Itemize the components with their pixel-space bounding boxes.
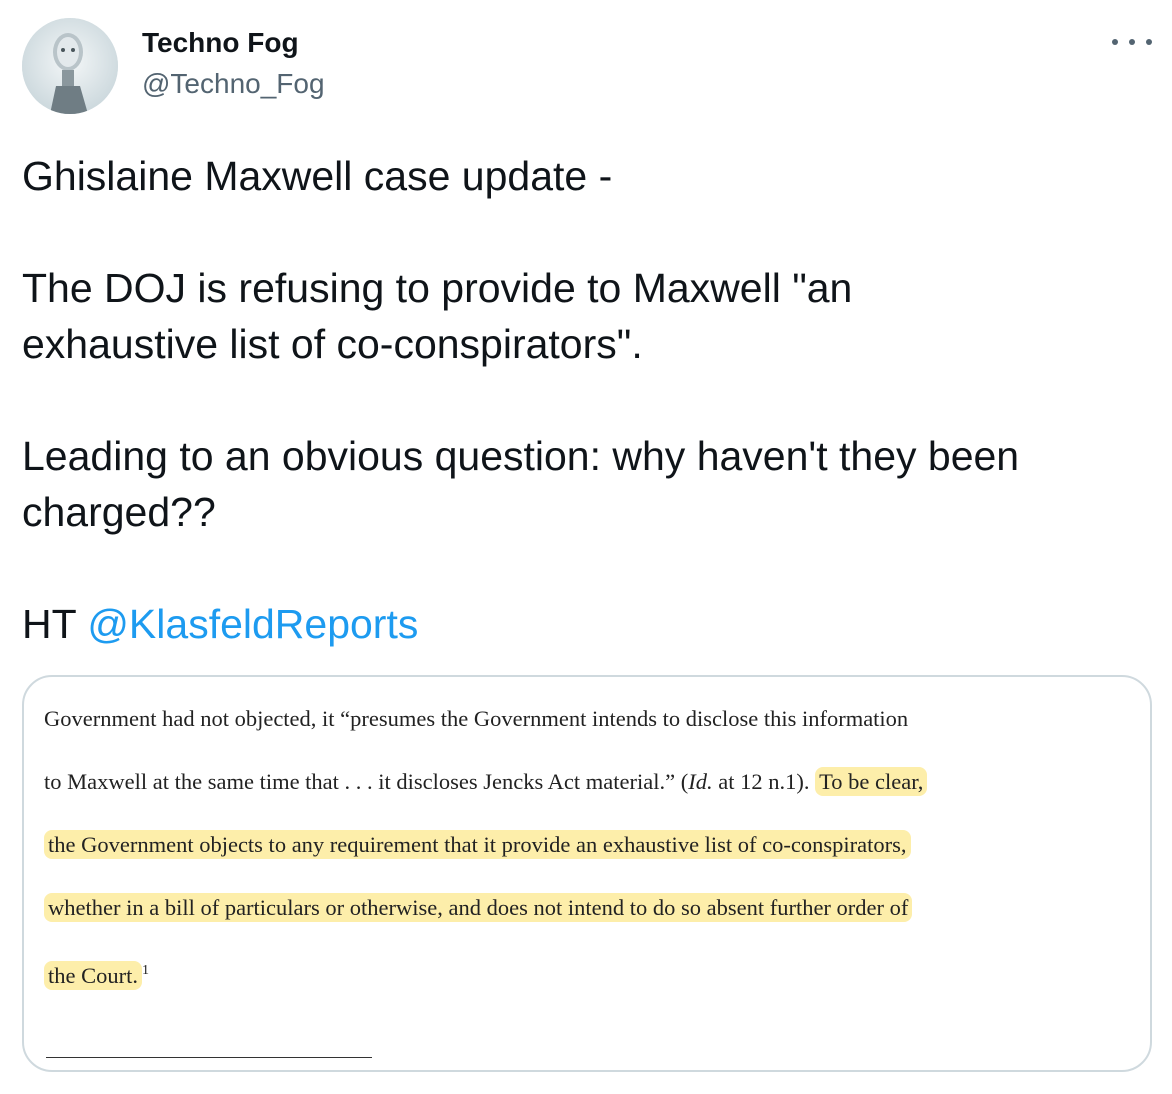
more-dot xyxy=(1146,39,1152,45)
document-citation: Id. xyxy=(688,769,713,794)
highlighted-text: the Court. xyxy=(44,960,142,990)
tweet-media-image[interactable]: Government had not objected, it “presume… xyxy=(22,675,1152,1072)
highlighted-text: whether in a bill of particulars or othe… xyxy=(44,893,913,922)
document-line: to Maxwell at the same time that . . . i… xyxy=(44,762,1104,825)
more-dot xyxy=(1112,39,1118,45)
tweet-line: charged?? xyxy=(22,489,216,535)
tweet-line: HT @KlasfeldReports xyxy=(22,596,1152,652)
more-dot xyxy=(1129,39,1135,45)
document-text: Government had not objected, it “presume… xyxy=(44,706,909,731)
document-text: to Maxwell at the same time that . . . i… xyxy=(44,769,689,794)
footnote-marker: 1 xyxy=(142,963,149,978)
avatar[interactable] xyxy=(22,18,118,114)
footnote-divider xyxy=(46,1057,372,1058)
document-excerpt: Government had not objected, it “presume… xyxy=(44,699,1104,1014)
author-name[interactable]: Techno Fog xyxy=(142,27,299,59)
document-text: at 12 n.1). xyxy=(712,769,816,794)
avatar-image xyxy=(22,18,118,114)
mention-link[interactable]: @KlasfeldReports xyxy=(87,601,418,647)
highlighted-text: To be clear, xyxy=(815,767,928,796)
document-line: Government had not objected, it “presume… xyxy=(44,699,1104,762)
tweet-line: The DOJ is refusing to provide to Maxwel… xyxy=(22,265,853,311)
tweet-line: exhaustive list of co-conspirators". xyxy=(22,321,643,367)
tweet-line: Leading to an obvious question: why have… xyxy=(22,433,1020,479)
tweet-line: Ghislaine Maxwell case update - xyxy=(22,153,613,199)
more-horizontal-icon[interactable] xyxy=(1112,28,1152,56)
document-line: the Government objects to any requiremen… xyxy=(44,825,1104,888)
ht-label: HT xyxy=(22,601,88,647)
author-handle[interactable]: @Techno_Fog xyxy=(142,68,325,100)
highlighted-text: the Government objects to any requiremen… xyxy=(44,830,911,859)
tweet-text: Ghislaine Maxwell case update - The DOJ … xyxy=(22,148,1152,652)
document-line: whether in a bill of particulars or othe… xyxy=(44,888,1104,951)
document-line: the Court. 1 xyxy=(44,951,1104,1014)
